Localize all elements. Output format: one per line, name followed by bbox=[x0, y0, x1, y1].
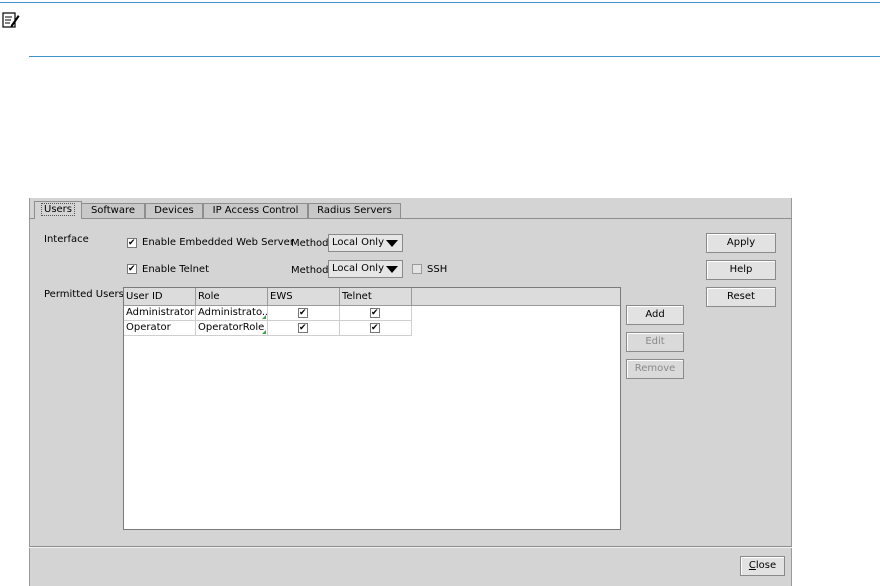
telnet-method-value: Local Only bbox=[332, 263, 385, 274]
telnet-permission-checkbox[interactable] bbox=[370, 323, 380, 333]
permitted-users-label: Permitted Users bbox=[44, 289, 124, 300]
column-header-ews[interactable]: EWS bbox=[268, 288, 340, 305]
apply-button[interactable]: Apply bbox=[706, 233, 776, 253]
remove-button[interactable]: Remove bbox=[626, 359, 684, 379]
edit-flag-icon bbox=[262, 315, 266, 319]
telnet-checkbox[interactable] bbox=[127, 264, 137, 274]
cell-role: Administrato... bbox=[196, 306, 268, 321]
tab-ip-access-control[interactable]: IP Access Control bbox=[203, 203, 308, 218]
tab-users-label: Users bbox=[41, 203, 76, 216]
tab-devices[interactable]: Devices bbox=[145, 203, 203, 218]
ews-permission-checkbox[interactable] bbox=[298, 323, 308, 333]
cell-telnet bbox=[340, 321, 412, 336]
column-header-user-id[interactable]: User ID bbox=[124, 288, 196, 305]
ews-method-value: Local Only bbox=[332, 237, 385, 248]
ssh-label: SSH bbox=[427, 264, 448, 275]
cell-role-text: OperatorRole bbox=[198, 322, 265, 333]
edit-button[interactable]: Edit bbox=[626, 332, 684, 352]
cell-user-id: Operator bbox=[124, 321, 196, 336]
chevron-down-icon bbox=[386, 240, 398, 247]
table-row[interactable]: Administrator Administrato... bbox=[124, 306, 412, 321]
tab-users[interactable]: Users bbox=[34, 201, 82, 219]
security-dialog: Users Software Devices IP Access Control… bbox=[29, 198, 792, 586]
table-header: User ID Role EWS Telnet bbox=[124, 288, 620, 306]
column-header-telnet[interactable]: Telnet bbox=[340, 288, 412, 305]
reset-button[interactable]: Reset bbox=[706, 287, 776, 307]
tab-software[interactable]: Software bbox=[81, 203, 145, 218]
note-bottom-rule bbox=[29, 56, 880, 57]
close-mnemonic: C bbox=[748, 560, 756, 571]
tab-strip: Users Software Devices IP Access Control… bbox=[29, 198, 792, 219]
cell-role: OperatorRole bbox=[196, 321, 268, 336]
tab-ip-access-control-label: IP Access Control bbox=[212, 205, 299, 216]
tab-radius-servers[interactable]: Radius Servers bbox=[308, 203, 401, 218]
ssh-checkbox[interactable] bbox=[412, 264, 422, 274]
ews-method-label: Method bbox=[291, 238, 329, 249]
close-button[interactable]: Close bbox=[740, 556, 785, 576]
cell-ews bbox=[268, 321, 340, 336]
cell-user-id: Administrator bbox=[124, 306, 196, 321]
ews-permission-checkbox[interactable] bbox=[298, 308, 308, 318]
permitted-users-table[interactable]: User ID Role EWS Telnet Administrator Ad… bbox=[123, 287, 621, 530]
telnet-method-label: Method bbox=[291, 265, 329, 276]
note-top-rule bbox=[0, 2, 880, 3]
chevron-down-icon bbox=[386, 266, 398, 273]
interface-label: Interface bbox=[44, 234, 89, 245]
table-row[interactable]: Operator OperatorRole bbox=[124, 321, 412, 336]
edit-flag-icon bbox=[262, 330, 266, 334]
ews-label: Enable Embedded Web Server bbox=[142, 237, 294, 248]
telnet-method-select[interactable]: Local Only bbox=[328, 260, 403, 278]
cell-ews bbox=[268, 306, 340, 321]
ews-checkbox[interactable] bbox=[127, 238, 137, 248]
ews-method-select[interactable]: Local Only bbox=[328, 234, 403, 252]
tab-software-label: Software bbox=[90, 205, 136, 216]
note-pencil-icon bbox=[2, 11, 20, 29]
cell-telnet bbox=[340, 306, 412, 321]
telnet-label: Enable Telnet bbox=[142, 264, 209, 275]
cell-role-text: Administrato... bbox=[198, 307, 268, 318]
tab-radius-servers-label: Radius Servers bbox=[317, 205, 392, 216]
help-button[interactable]: Help bbox=[706, 260, 776, 280]
column-header-role[interactable]: Role bbox=[196, 288, 268, 305]
close-label-rest: lose bbox=[755, 560, 777, 571]
telnet-permission-checkbox[interactable] bbox=[370, 308, 380, 318]
add-button[interactable]: Add bbox=[626, 305, 684, 325]
bottom-separator-highlight bbox=[29, 547, 792, 548]
tab-devices-label: Devices bbox=[154, 205, 194, 216]
